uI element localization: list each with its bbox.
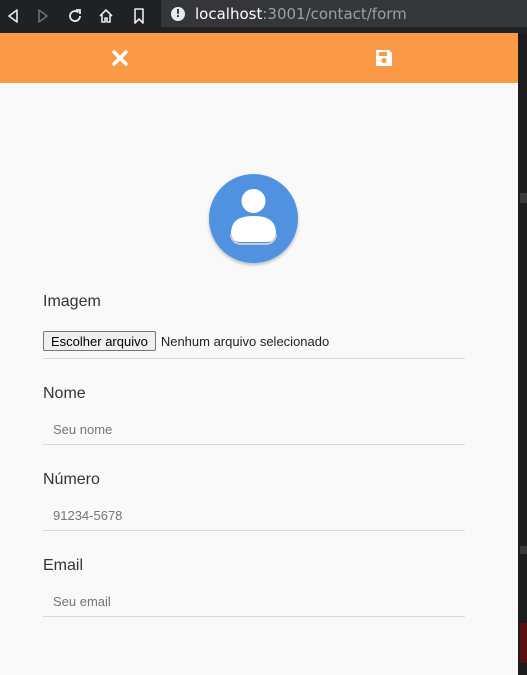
close-button[interactable]: [104, 43, 136, 73]
form-toolbar: [0, 33, 518, 83]
number-divider: [43, 530, 465, 531]
image-divider: [43, 358, 465, 359]
devtools-edge: [518, 33, 527, 675]
name-input[interactable]: [43, 414, 465, 444]
url-host: localhost: [195, 4, 263, 23]
bookmark-icon[interactable]: [128, 5, 150, 27]
email-label: Email: [43, 557, 84, 574]
choose-file-button[interactable]: Escolher arquivo: [43, 331, 156, 351]
forward-icon[interactable]: [32, 5, 54, 27]
user-avatar-icon: [209, 174, 298, 263]
url-path: :3001/contact/form: [262, 4, 407, 23]
browser-toolbar: ! localhost:3001/contact/form: [0, 0, 527, 33]
email-divider: [43, 616, 465, 617]
email-input[interactable]: [43, 586, 465, 616]
save-button[interactable]: [368, 43, 400, 73]
contact-form-page: Imagem Escolher arquivo Nenhum arquivo s…: [0, 33, 518, 675]
image-label: Imagem: [43, 293, 101, 310]
close-icon: [112, 50, 128, 66]
name-divider: [43, 444, 465, 445]
site-info-icon[interactable]: !: [171, 6, 185, 21]
number-label: Número: [43, 471, 100, 488]
reload-icon[interactable]: [64, 5, 86, 27]
name-label: Nome: [43, 385, 86, 402]
number-input[interactable]: [43, 500, 465, 530]
address-bar[interactable]: ! localhost:3001/contact/form: [161, 0, 527, 27]
image-file-input[interactable]: Escolher arquivo Nenhum arquivo selecion…: [43, 330, 329, 352]
file-status-text: Nenhum arquivo selecionado: [160, 333, 330, 349]
home-icon[interactable]: [95, 5, 117, 27]
back-icon[interactable]: [2, 5, 24, 27]
floppy-disk-icon: [376, 50, 392, 66]
